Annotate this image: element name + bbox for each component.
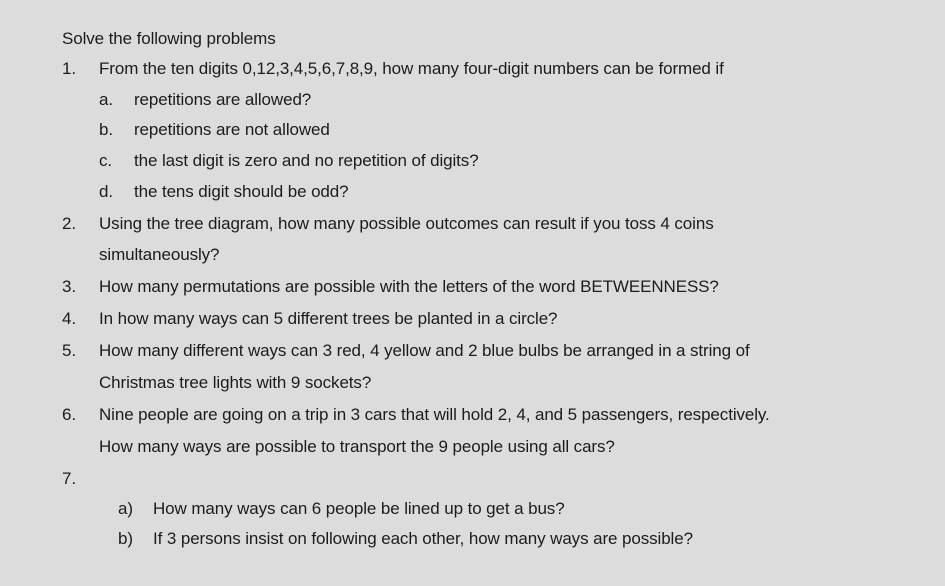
problem-text: Using the tree diagram, how many possibl…	[99, 214, 714, 233]
problem-number: 7.	[62, 469, 76, 488]
problem-text: Nine people are going on a trip in 3 car…	[99, 405, 770, 424]
subitem-text: If 3 persons insist on following each ot…	[153, 529, 693, 548]
problem-number: 6.	[62, 405, 76, 424]
problem-number: 2.	[62, 214, 76, 233]
problem-text-continuation: Christmas tree lights with 9 sockets?	[99, 373, 372, 392]
problem-number: 1.	[62, 59, 76, 78]
problem-text: In how many ways can 5 different trees b…	[99, 309, 558, 328]
heading: Solve the following problems	[62, 29, 276, 48]
problem-number: 4.	[62, 309, 76, 328]
problem-number: 3.	[62, 277, 76, 296]
subitem-marker: d.	[99, 182, 113, 201]
subitem-text: How many ways can 6 people be lined up t…	[153, 499, 565, 518]
subitem-marker: c.	[99, 151, 113, 170]
subitem-text: the tens digit should be odd?	[134, 182, 349, 201]
problem-text-continuation: How many ways are possible to transport …	[99, 437, 615, 456]
subitem-text: repetitions are not allowed	[134, 120, 330, 139]
problem-text-continuation: simultaneously?	[99, 245, 220, 264]
subitem-text: the last digit is zero and no repetition…	[134, 151, 479, 170]
problem-text: From the ten digits 0,12,3,4,5,6,7,8,9, …	[99, 59, 724, 78]
problem-number: 5.	[62, 341, 76, 360]
subitem-marker: b)	[118, 529, 133, 548]
problem-text: How many permutations are possible with …	[99, 277, 719, 296]
subitem-marker: a)	[118, 499, 133, 518]
subitem-marker: a.	[99, 90, 113, 109]
problem-text: How many different ways can 3 red, 4 yel…	[99, 341, 750, 360]
subitem-marker: b.	[99, 120, 113, 139]
subitem-text: repetitions are allowed?	[134, 90, 312, 109]
